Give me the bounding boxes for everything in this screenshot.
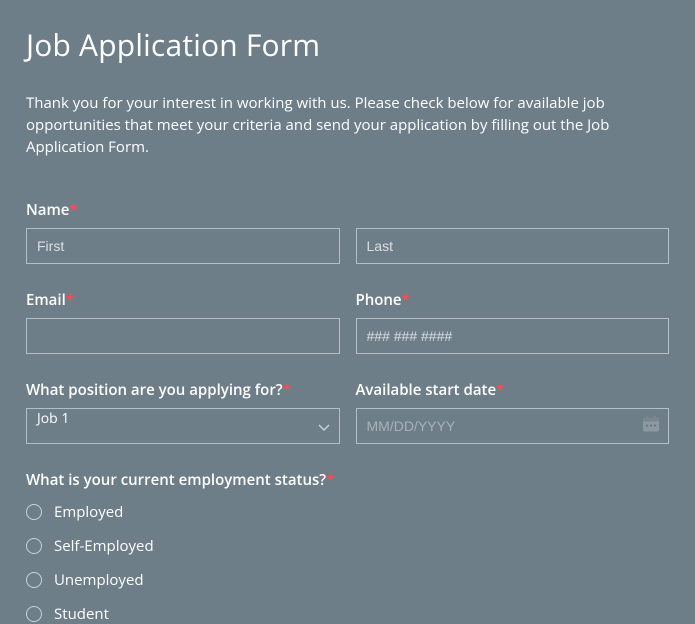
phone-input[interactable]: [356, 318, 670, 354]
status-option-student[interactable]: Student: [26, 604, 669, 624]
intro-text: Thank you for your interest in working w…: [26, 93, 669, 158]
startdate-input[interactable]: [356, 408, 670, 444]
required-marker: *: [283, 380, 291, 400]
status-option-label: Employed: [54, 502, 123, 522]
position-label: What position are you applying for?*: [26, 380, 340, 400]
status-option-label: Self-Employed: [54, 536, 154, 556]
status-radio-group: Employed Self-Employed Unemployed Studen…: [26, 502, 669, 624]
status-option-employed[interactable]: Employed: [26, 502, 669, 522]
required-marker: *: [69, 200, 77, 220]
page-title: Job Application Form: [26, 24, 669, 65]
required-marker: *: [496, 380, 504, 400]
name-label-text: Name: [26, 200, 69, 220]
radio-icon: [26, 504, 42, 520]
status-option-self-employed[interactable]: Self-Employed: [26, 536, 669, 556]
status-option-unemployed[interactable]: Unemployed: [26, 570, 669, 590]
email-label-text: Email: [26, 290, 66, 310]
required-marker: *: [326, 470, 334, 490]
status-label: What is your current employment status?*: [26, 470, 669, 490]
required-marker: *: [66, 290, 74, 310]
first-name-input[interactable]: [26, 228, 340, 264]
email-label: Email*: [26, 290, 340, 310]
radio-icon: [26, 572, 42, 588]
name-label: Name*: [26, 200, 669, 220]
required-marker: *: [402, 290, 410, 310]
status-option-label: Student: [54, 604, 109, 624]
status-label-text: What is your current employment status?: [26, 470, 326, 490]
position-select[interactable]: Job 1: [26, 408, 340, 444]
startdate-label-text: Available start date: [356, 380, 497, 400]
position-selected-value: Job 1: [37, 409, 69, 428]
startdate-label: Available start date*: [356, 380, 670, 400]
phone-label: Phone*: [356, 290, 670, 310]
status-option-label: Unemployed: [54, 570, 144, 590]
email-input[interactable]: [26, 318, 340, 354]
last-name-input[interactable]: [356, 228, 670, 264]
phone-label-text: Phone: [356, 290, 402, 310]
radio-icon: [26, 538, 42, 554]
position-label-text: What position are you applying for?: [26, 380, 283, 400]
